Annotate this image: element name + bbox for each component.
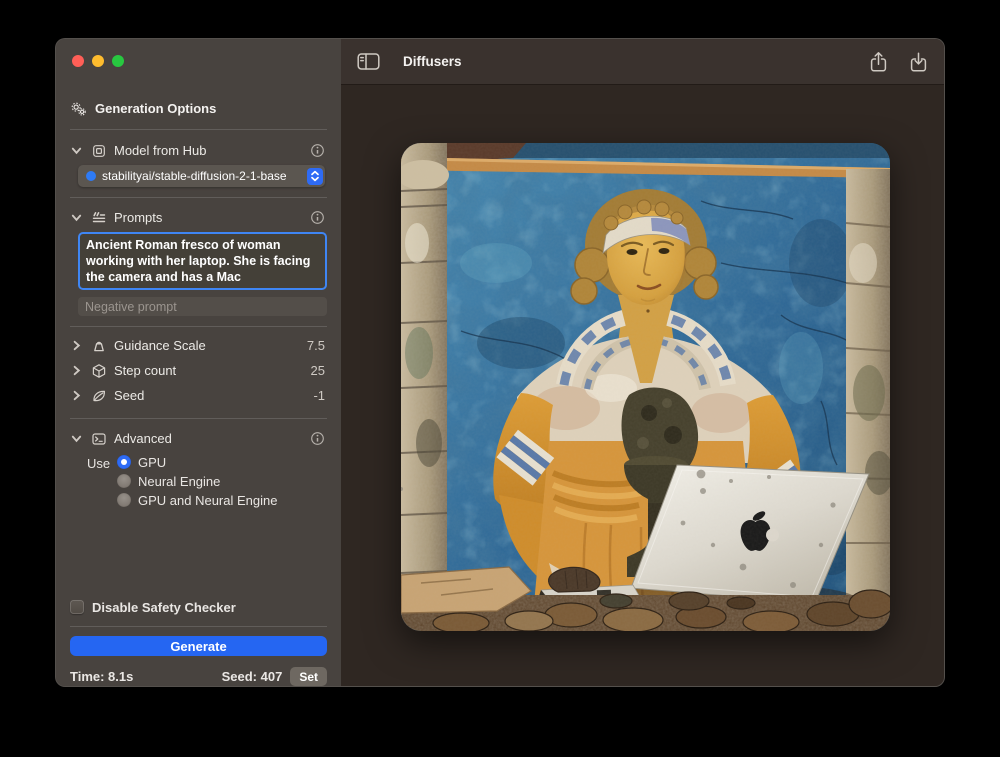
param-value: -1 <box>313 388 327 403</box>
titlebar: Diffusers <box>341 39 944 85</box>
param-label: Seed <box>114 388 144 403</box>
hub-dot-icon <box>86 171 96 181</box>
chevron-down-icon <box>70 211 83 224</box>
scale-weight-icon <box>90 337 107 354</box>
zoom-button[interactable] <box>112 55 124 67</box>
share-icon[interactable] <box>869 51 888 73</box>
set-seed-button[interactable]: Set <box>290 667 327 686</box>
radio-option-gpu-and-neural-engine[interactable]: GPU and Neural Engine <box>117 493 277 507</box>
section-row-prompts[interactable]: Prompts <box>70 205 327 230</box>
download-icon[interactable] <box>909 51 928 73</box>
chevron-right-icon <box>70 339 83 352</box>
section-row-seed[interactable]: Seed -1 <box>70 383 327 408</box>
section-label: Model from Hub <box>114 143 206 158</box>
section-label: Advanced <box>114 431 172 446</box>
sidebar-header: Generation Options <box>70 100 327 117</box>
param-value: 25 <box>311 363 327 378</box>
chevron-right-icon <box>70 364 83 377</box>
section-row-advanced[interactable]: Advanced <box>70 426 327 451</box>
model-selected-value: stabilityai/stable-diffusion-2-1-base <box>102 169 307 183</box>
main-content <box>341 85 944 686</box>
divider <box>70 418 327 419</box>
divider <box>70 626 327 627</box>
text-quote-icon <box>90 209 107 226</box>
radio-icon[interactable] <box>117 474 131 488</box>
section-label: Prompts <box>114 210 162 225</box>
generated-image-canvas <box>401 143 890 631</box>
section-row-guidance-scale[interactable]: Guidance Scale 7.5 <box>70 333 327 358</box>
sidebar-title: Generation Options <box>95 101 216 116</box>
radio-label: Neural Engine <box>138 474 220 489</box>
gears-icon <box>70 100 87 117</box>
section-row-model[interactable]: Model from Hub <box>70 138 327 163</box>
window-title: Diffusers <box>403 54 462 69</box>
radio-option-neural-engine[interactable]: Neural Engine <box>117 474 277 488</box>
sidebar-toggle-icon[interactable] <box>357 52 380 71</box>
radio-selected-icon[interactable] <box>117 455 131 469</box>
cpu-chip-icon <box>90 142 107 159</box>
use-label: Use <box>87 455 117 507</box>
select-stepper-icon <box>307 168 323 185</box>
disable-safety-checker-row[interactable]: Disable Safety Checker <box>70 597 327 617</box>
radio-label: GPU <box>138 455 166 470</box>
chevron-right-icon <box>70 389 83 402</box>
param-label: Step count <box>114 363 176 378</box>
seed-status: Seed: 407 <box>222 669 283 684</box>
compute-unit-group: Use GPU Neural Engine GPU and Neural Eng… <box>70 455 327 507</box>
divider <box>70 197 327 198</box>
chevron-down-icon <box>70 432 83 445</box>
info-circle-icon[interactable] <box>310 431 327 446</box>
radio-option-gpu[interactable]: GPU <box>117 455 277 469</box>
sidebar: Generation Options Model from Hub stabil <box>56 39 341 686</box>
close-button[interactable] <box>72 55 84 67</box>
leaf-icon <box>90 387 107 404</box>
divider <box>70 129 327 130</box>
prompt-input[interactable]: Ancient Roman fresco of woman working wi… <box>78 232 327 290</box>
generate-button[interactable]: Generate <box>70 636 327 656</box>
param-value: 7.5 <box>307 338 327 353</box>
main-panel: Diffusers <box>341 39 944 686</box>
info-circle-icon[interactable] <box>310 143 327 158</box>
radio-icon[interactable] <box>117 493 131 507</box>
sidebar-spacer <box>70 507 327 597</box>
time-status: Time: 8.1s <box>70 669 133 684</box>
model-select[interactable]: stabilityai/stable-diffusion-2-1-base <box>78 165 325 187</box>
section-row-step-count[interactable]: Step count 25 <box>70 358 327 383</box>
checkbox-icon[interactable] <box>70 600 84 614</box>
traffic-lights <box>70 39 327 67</box>
generated-image[interactable] <box>401 143 890 631</box>
minimize-button[interactable] <box>92 55 104 67</box>
terminal-icon <box>90 430 107 447</box>
negative-prompt-input[interactable] <box>78 297 327 316</box>
app-window: Generation Options Model from Hub stabil <box>55 38 945 687</box>
chevron-down-icon <box>70 144 83 157</box>
cube-icon <box>90 362 107 379</box>
param-label: Guidance Scale <box>114 338 206 353</box>
radio-label: GPU and Neural Engine <box>138 493 277 508</box>
status-bar: Time: 8.1s Seed: 407 Set <box>70 667 327 686</box>
info-circle-icon[interactable] <box>310 210 327 225</box>
divider <box>70 326 327 327</box>
checkbox-label: Disable Safety Checker <box>92 600 236 615</box>
